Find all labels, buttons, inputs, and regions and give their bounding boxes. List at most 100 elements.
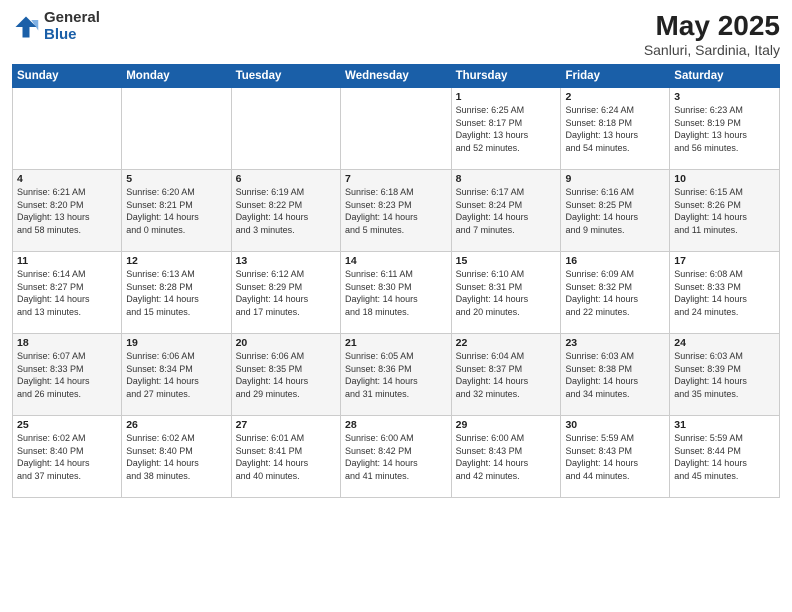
col-wednesday: Wednesday [341,65,452,88]
day-number: 20 [236,337,336,349]
day-number: 9 [565,173,665,185]
day-number: 7 [345,173,447,185]
logo-text: General Blue [44,10,100,43]
calendar-week-4: 18Sunrise: 6:07 AMSunset: 8:33 PMDayligh… [13,334,780,416]
day-info: Sunrise: 6:06 AMSunset: 8:34 PMDaylight:… [126,350,226,400]
calendar-week-3: 11Sunrise: 6:14 AMSunset: 8:27 PMDayligh… [13,252,780,334]
day-number: 30 [565,419,665,431]
day-info: Sunrise: 6:01 AMSunset: 8:41 PMDaylight:… [236,432,336,482]
day-number: 15 [456,255,557,267]
day-info: Sunrise: 6:04 AMSunset: 8:37 PMDaylight:… [456,350,557,400]
day-info: Sunrise: 6:15 AMSunset: 8:26 PMDaylight:… [674,186,775,236]
calendar-week-2: 4Sunrise: 6:21 AMSunset: 8:20 PMDaylight… [13,170,780,252]
day-number: 18 [17,337,117,349]
calendar-cell: 23Sunrise: 6:03 AMSunset: 8:38 PMDayligh… [561,334,670,416]
calendar-cell: 28Sunrise: 6:00 AMSunset: 8:42 PMDayligh… [341,416,452,498]
calendar-cell: 5Sunrise: 6:20 AMSunset: 8:21 PMDaylight… [122,170,231,252]
logo-blue-label: Blue [44,27,100,44]
calendar-cell: 10Sunrise: 6:15 AMSunset: 8:26 PMDayligh… [670,170,780,252]
calendar-cell: 16Sunrise: 6:09 AMSunset: 8:32 PMDayligh… [561,252,670,334]
calendar-cell: 1Sunrise: 6:25 AMSunset: 8:17 PMDaylight… [451,88,561,170]
day-number: 14 [345,255,447,267]
logo: General Blue [12,10,100,43]
day-number: 4 [17,173,117,185]
day-info: Sunrise: 6:11 AMSunset: 8:30 PMDaylight:… [345,268,447,318]
day-info: Sunrise: 6:24 AMSunset: 8:18 PMDaylight:… [565,104,665,154]
day-info: Sunrise: 6:14 AMSunset: 8:27 PMDaylight:… [17,268,117,318]
calendar-header-row: Sunday Monday Tuesday Wednesday Thursday… [13,65,780,88]
day-info: Sunrise: 5:59 AMSunset: 8:44 PMDaylight:… [674,432,775,482]
day-number: 5 [126,173,226,185]
calendar-cell: 30Sunrise: 5:59 AMSunset: 8:43 PMDayligh… [561,416,670,498]
day-number: 10 [674,173,775,185]
day-info: Sunrise: 6:09 AMSunset: 8:32 PMDaylight:… [565,268,665,318]
day-number: 19 [126,337,226,349]
day-number: 23 [565,337,665,349]
day-number: 16 [565,255,665,267]
day-number: 3 [674,91,775,103]
day-info: Sunrise: 6:18 AMSunset: 8:23 PMDaylight:… [345,186,447,236]
day-number: 12 [126,255,226,267]
calendar-cell: 15Sunrise: 6:10 AMSunset: 8:31 PMDayligh… [451,252,561,334]
day-info: Sunrise: 6:03 AMSunset: 8:38 PMDaylight:… [565,350,665,400]
day-number: 1 [456,91,557,103]
calendar-cell: 26Sunrise: 6:02 AMSunset: 8:40 PMDayligh… [122,416,231,498]
col-saturday: Saturday [670,65,780,88]
calendar-cell: 4Sunrise: 6:21 AMSunset: 8:20 PMDaylight… [13,170,122,252]
calendar-cell: 21Sunrise: 6:05 AMSunset: 8:36 PMDayligh… [341,334,452,416]
day-number: 28 [345,419,447,431]
calendar-table: Sunday Monday Tuesday Wednesday Thursday… [12,64,780,498]
calendar-cell: 25Sunrise: 6:02 AMSunset: 8:40 PMDayligh… [13,416,122,498]
calendar-week-5: 25Sunrise: 6:02 AMSunset: 8:40 PMDayligh… [13,416,780,498]
logo-icon [12,13,40,41]
day-info: Sunrise: 6:08 AMSunset: 8:33 PMDaylight:… [674,268,775,318]
day-info: Sunrise: 6:13 AMSunset: 8:28 PMDaylight:… [126,268,226,318]
day-number: 27 [236,419,336,431]
title-location: Sanluri, Sardinia, Italy [644,42,780,58]
page: General Blue May 2025 Sanluri, Sardinia,… [0,0,792,612]
day-info: Sunrise: 6:25 AMSunset: 8:17 PMDaylight:… [456,104,557,154]
col-sunday: Sunday [13,65,122,88]
calendar-cell: 31Sunrise: 5:59 AMSunset: 8:44 PMDayligh… [670,416,780,498]
day-info: Sunrise: 6:02 AMSunset: 8:40 PMDaylight:… [126,432,226,482]
day-info: Sunrise: 6:03 AMSunset: 8:39 PMDaylight:… [674,350,775,400]
calendar-cell: 14Sunrise: 6:11 AMSunset: 8:30 PMDayligh… [341,252,452,334]
day-info: Sunrise: 6:00 AMSunset: 8:42 PMDaylight:… [345,432,447,482]
calendar-cell: 3Sunrise: 6:23 AMSunset: 8:19 PMDaylight… [670,88,780,170]
day-info: Sunrise: 5:59 AMSunset: 8:43 PMDaylight:… [565,432,665,482]
calendar-cell: 29Sunrise: 6:00 AMSunset: 8:43 PMDayligh… [451,416,561,498]
calendar-cell: 7Sunrise: 6:18 AMSunset: 8:23 PMDaylight… [341,170,452,252]
calendar-cell: 24Sunrise: 6:03 AMSunset: 8:39 PMDayligh… [670,334,780,416]
day-number: 2 [565,91,665,103]
calendar-week-1: 1Sunrise: 6:25 AMSunset: 8:17 PMDaylight… [13,88,780,170]
day-number: 31 [674,419,775,431]
day-info: Sunrise: 6:12 AMSunset: 8:29 PMDaylight:… [236,268,336,318]
calendar-cell: 9Sunrise: 6:16 AMSunset: 8:25 PMDaylight… [561,170,670,252]
day-info: Sunrise: 6:07 AMSunset: 8:33 PMDaylight:… [17,350,117,400]
calendar-cell: 13Sunrise: 6:12 AMSunset: 8:29 PMDayligh… [231,252,340,334]
day-number: 26 [126,419,226,431]
title-month: May 2025 [644,10,780,42]
col-friday: Friday [561,65,670,88]
day-number: 22 [456,337,557,349]
calendar-cell: 19Sunrise: 6:06 AMSunset: 8:34 PMDayligh… [122,334,231,416]
calendar-cell: 2Sunrise: 6:24 AMSunset: 8:18 PMDaylight… [561,88,670,170]
calendar-cell [13,88,122,170]
logo-general-label: General [44,10,100,27]
day-number: 17 [674,255,775,267]
calendar-cell: 22Sunrise: 6:04 AMSunset: 8:37 PMDayligh… [451,334,561,416]
calendar-cell: 17Sunrise: 6:08 AMSunset: 8:33 PMDayligh… [670,252,780,334]
calendar-cell: 27Sunrise: 6:01 AMSunset: 8:41 PMDayligh… [231,416,340,498]
calendar-cell: 8Sunrise: 6:17 AMSunset: 8:24 PMDaylight… [451,170,561,252]
title-block: May 2025 Sanluri, Sardinia, Italy [644,10,780,58]
day-info: Sunrise: 6:16 AMSunset: 8:25 PMDaylight:… [565,186,665,236]
calendar-cell [341,88,452,170]
day-info: Sunrise: 6:06 AMSunset: 8:35 PMDaylight:… [236,350,336,400]
day-info: Sunrise: 6:05 AMSunset: 8:36 PMDaylight:… [345,350,447,400]
day-info: Sunrise: 6:21 AMSunset: 8:20 PMDaylight:… [17,186,117,236]
col-tuesday: Tuesday [231,65,340,88]
day-number: 24 [674,337,775,349]
day-info: Sunrise: 6:19 AMSunset: 8:22 PMDaylight:… [236,186,336,236]
calendar-cell: 12Sunrise: 6:13 AMSunset: 8:28 PMDayligh… [122,252,231,334]
header: General Blue May 2025 Sanluri, Sardinia,… [12,10,780,58]
